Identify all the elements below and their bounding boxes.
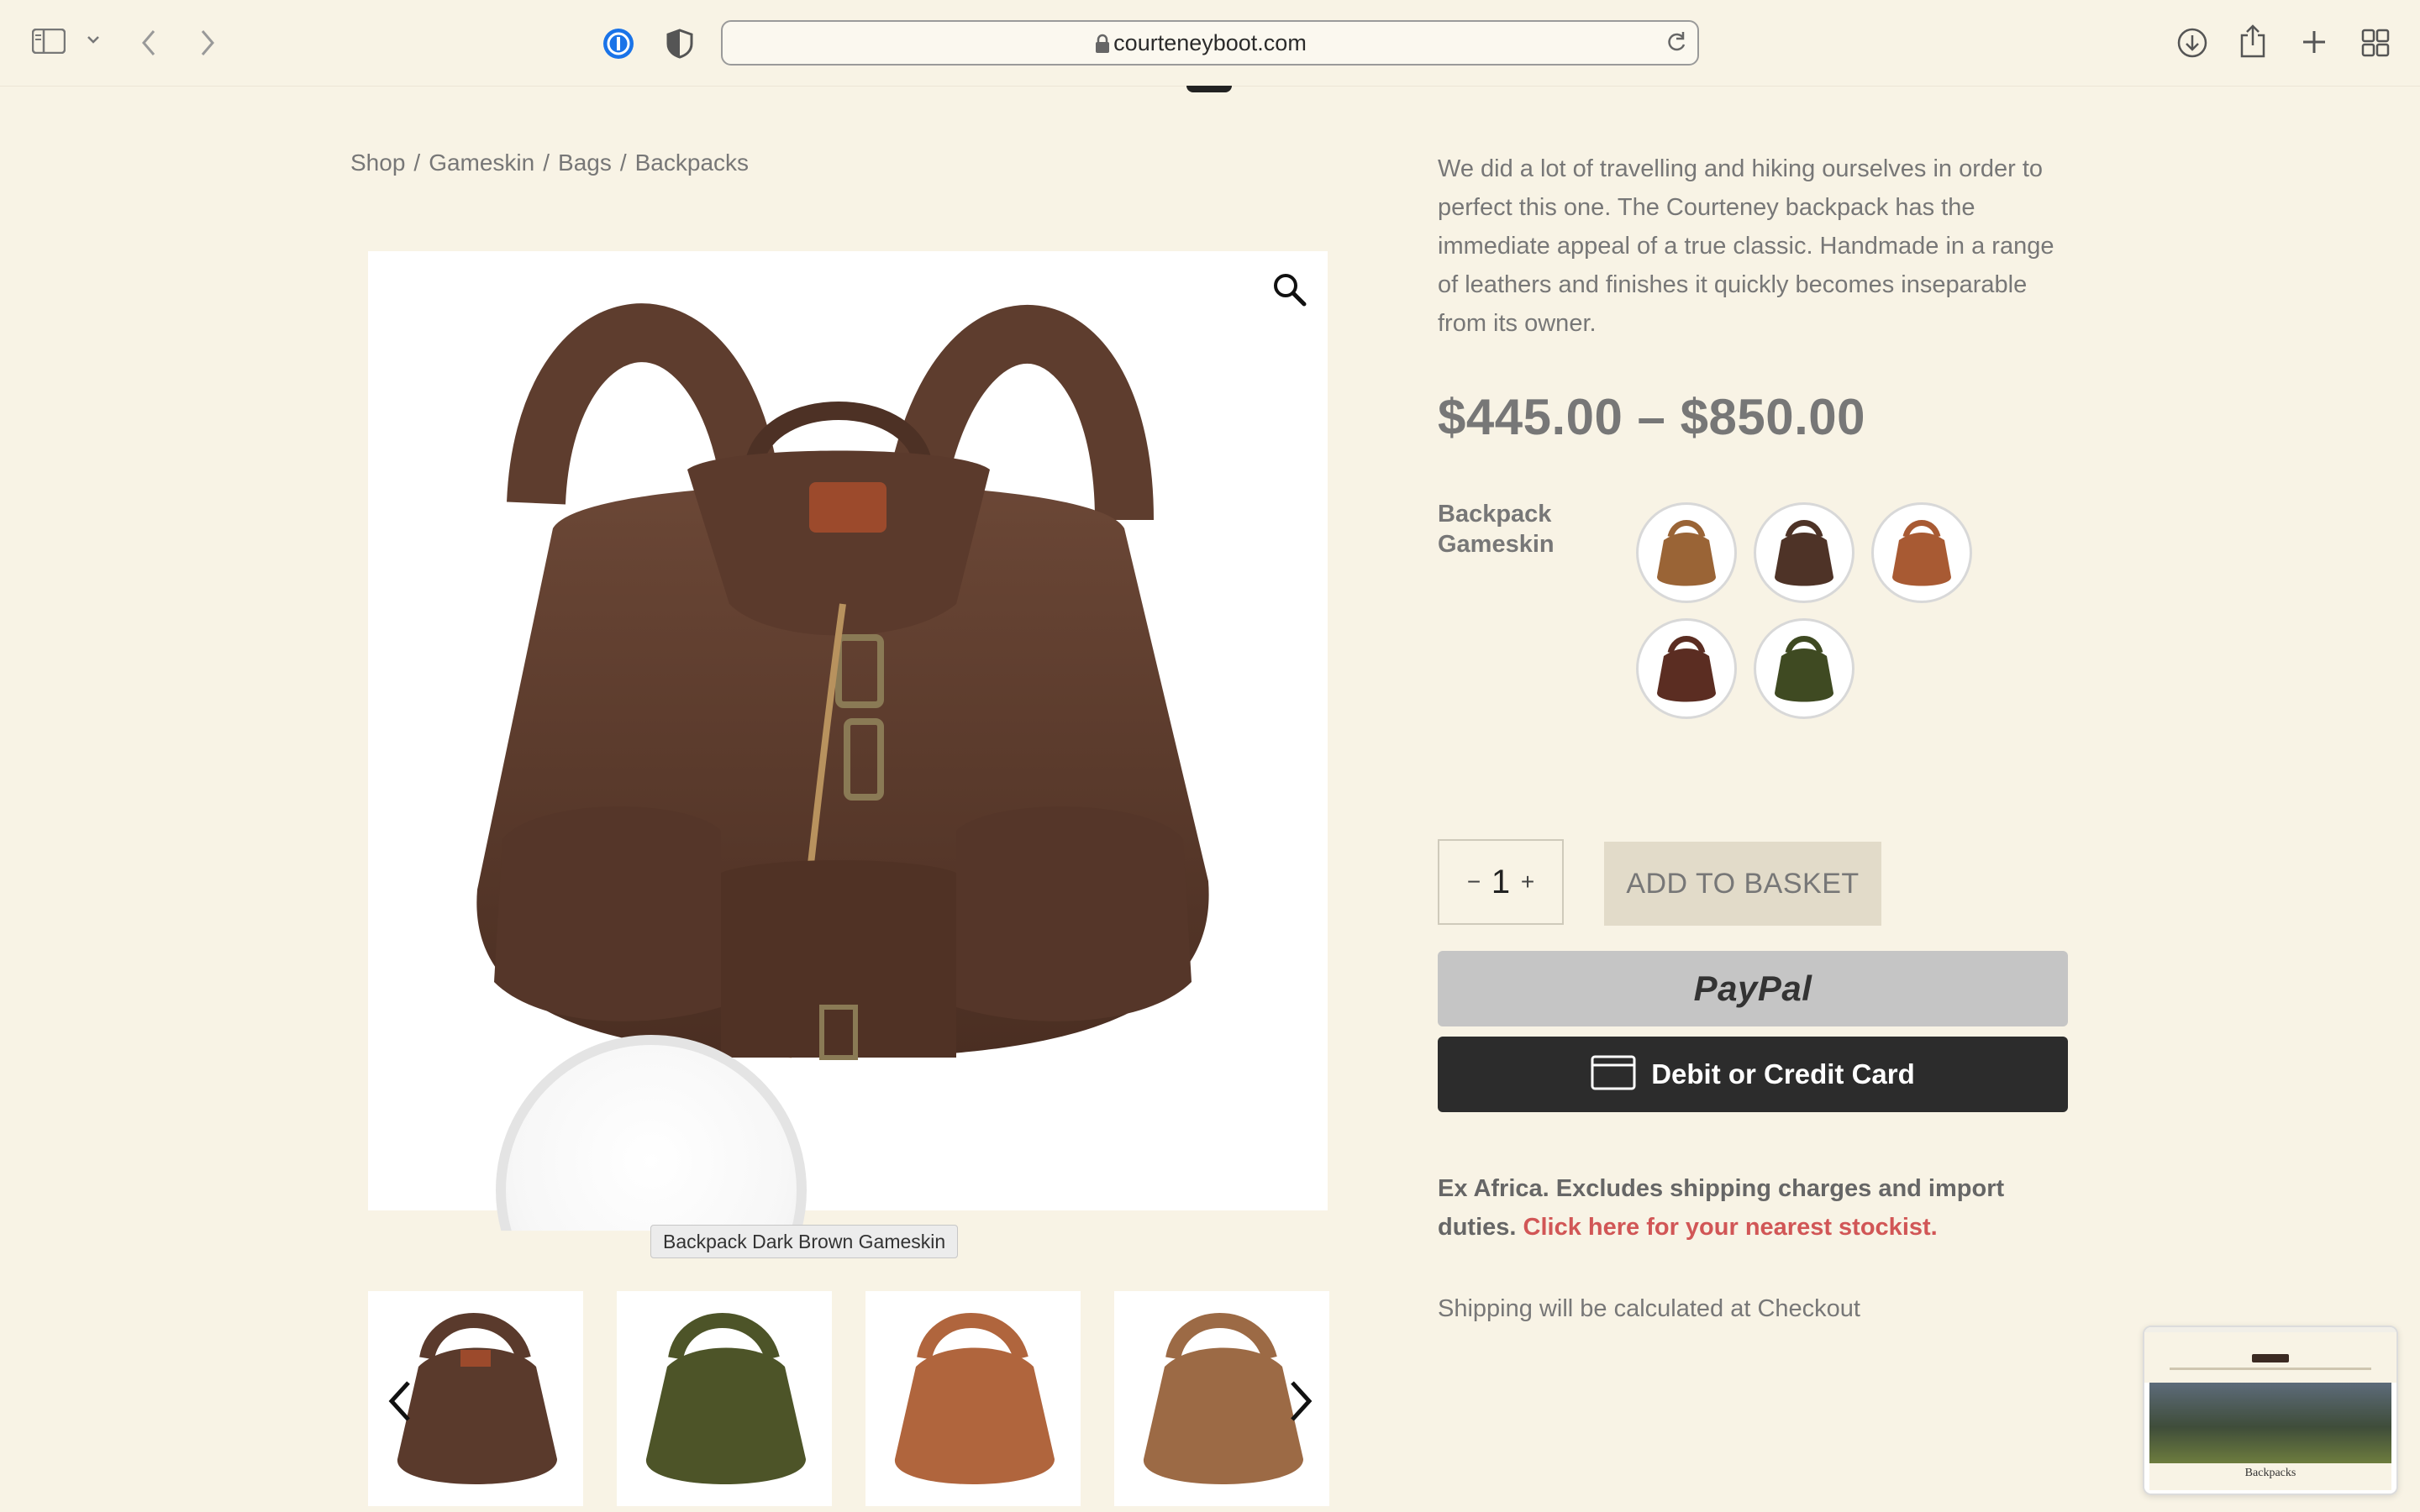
preview-logo: [2252, 1354, 2289, 1362]
credit-card-icon: [1591, 1055, 1636, 1095]
preview-title: Backpacks: [2149, 1463, 2391, 1490]
shipping-note: Shipping will be calculated at Checkout: [1438, 1295, 1860, 1322]
backpack-swatch-image: [1775, 636, 1833, 702]
image-tooltip: Backpack Dark Brown Gameskin: [650, 1225, 959, 1258]
breadcrumb-separator: /: [543, 150, 550, 176]
preview-hero-image: [2149, 1383, 2391, 1463]
product-description: We did a lot of travelling and hiking ou…: [1438, 155, 2054, 337]
backpack-swatch-image: [1657, 636, 1716, 702]
swatch-olive[interactable]: [1754, 618, 1854, 719]
swatch-dark-brown[interactable]: [1754, 502, 1854, 603]
backpack-swatch-image: [1657, 520, 1716, 586]
card-button-label: Debit or Credit Card: [1651, 1058, 1915, 1089]
browser-toolbar: courteneyboot.com: [0, 0, 2420, 87]
quantity-stepper: − 1 +: [1438, 839, 1564, 925]
breadcrumb: Shop / Gameskin / Bags / Backpacks: [350, 150, 749, 176]
lock-icon: [1094, 34, 1111, 58]
address-url: courteneyboot.com: [1113, 30, 1307, 55]
share-icon[interactable]: [2238, 24, 2267, 59]
product-main-image[interactable]: [368, 251, 1328, 1210]
variant-label: Backpack Gameskin: [1438, 501, 1555, 558]
stockist-link[interactable]: Click here for your nearest stockist.: [1523, 1214, 1938, 1241]
breadcrumb-bags[interactable]: Bags: [558, 150, 612, 176]
backpack-thumb-image: [894, 1313, 1055, 1484]
forward-arrow-icon[interactable]: [198, 29, 217, 57]
qty-input[interactable]: 1: [1486, 864, 1515, 901]
qty-decrease-button[interactable]: −: [1461, 869, 1486, 895]
swatch-tan[interactable]: [1636, 502, 1737, 603]
paypal-label: PayPal: [1693, 969, 1812, 1008]
tab-overview-icon[interactable]: [2361, 29, 2390, 57]
back-arrow-icon[interactable]: [139, 29, 158, 57]
preview-nav-bar: [2170, 1368, 2371, 1370]
paypal-button[interactable]: PayPal: [1438, 951, 2068, 1026]
swatch-chestnut[interactable]: [1871, 502, 1972, 603]
page-preview-thumbnail[interactable]: Backpacks: [2143, 1326, 2398, 1495]
shipping-disclaimer: Ex Africa. Excludes shipping charges and…: [1438, 1169, 2060, 1247]
product-price: $445.00 – $850.00: [1438, 389, 1865, 445]
preview-header: [2144, 1332, 2396, 1383]
breadcrumb-shop[interactable]: Shop: [350, 150, 405, 176]
thumbnail-olive[interactable]: [617, 1291, 832, 1506]
add-to-basket-button[interactable]: ADD TO BASKET: [1604, 842, 1881, 926]
new-tab-plus-icon[interactable]: [2301, 29, 2328, 55]
backpack-swatch-image: [1775, 520, 1833, 586]
reload-icon[interactable]: [1665, 30, 1687, 58]
backpack-thumb-image: [645, 1313, 806, 1484]
swatch-oxblood[interactable]: [1636, 618, 1737, 719]
qty-increase-button[interactable]: +: [1515, 869, 1540, 895]
zoom-magnifier-icon[interactable]: [1270, 270, 1307, 307]
thumbnail-prev-arrow-icon[interactable]: [383, 1378, 417, 1425]
password-manager-icon[interactable]: [602, 27, 635, 60]
backpack-swatch-image: [1892, 520, 1951, 586]
breadcrumb-separator: /: [413, 150, 421, 176]
breadcrumb-gameskin[interactable]: Gameskin: [429, 150, 534, 176]
privacy-shield-icon[interactable]: [666, 29, 694, 59]
breadcrumb-separator: /: [619, 150, 627, 176]
downloads-icon[interactable]: [2176, 27, 2208, 59]
thumbnail-tan[interactable]: [865, 1291, 1081, 1506]
address-bar[interactable]: courteneyboot.com: [721, 20, 1699, 66]
chevron-down-icon[interactable]: [86, 34, 101, 45]
sidebar-toggle-icon[interactable]: [32, 29, 66, 54]
thumbnail-next-arrow-icon[interactable]: [1284, 1378, 1318, 1425]
debit-credit-card-button[interactable]: Debit or Credit Card: [1438, 1037, 2068, 1112]
backpack-illustration: [476, 303, 1209, 1060]
site-logo-fragment: [1186, 86, 1232, 92]
breadcrumb-backpacks: Backpacks: [634, 150, 750, 176]
